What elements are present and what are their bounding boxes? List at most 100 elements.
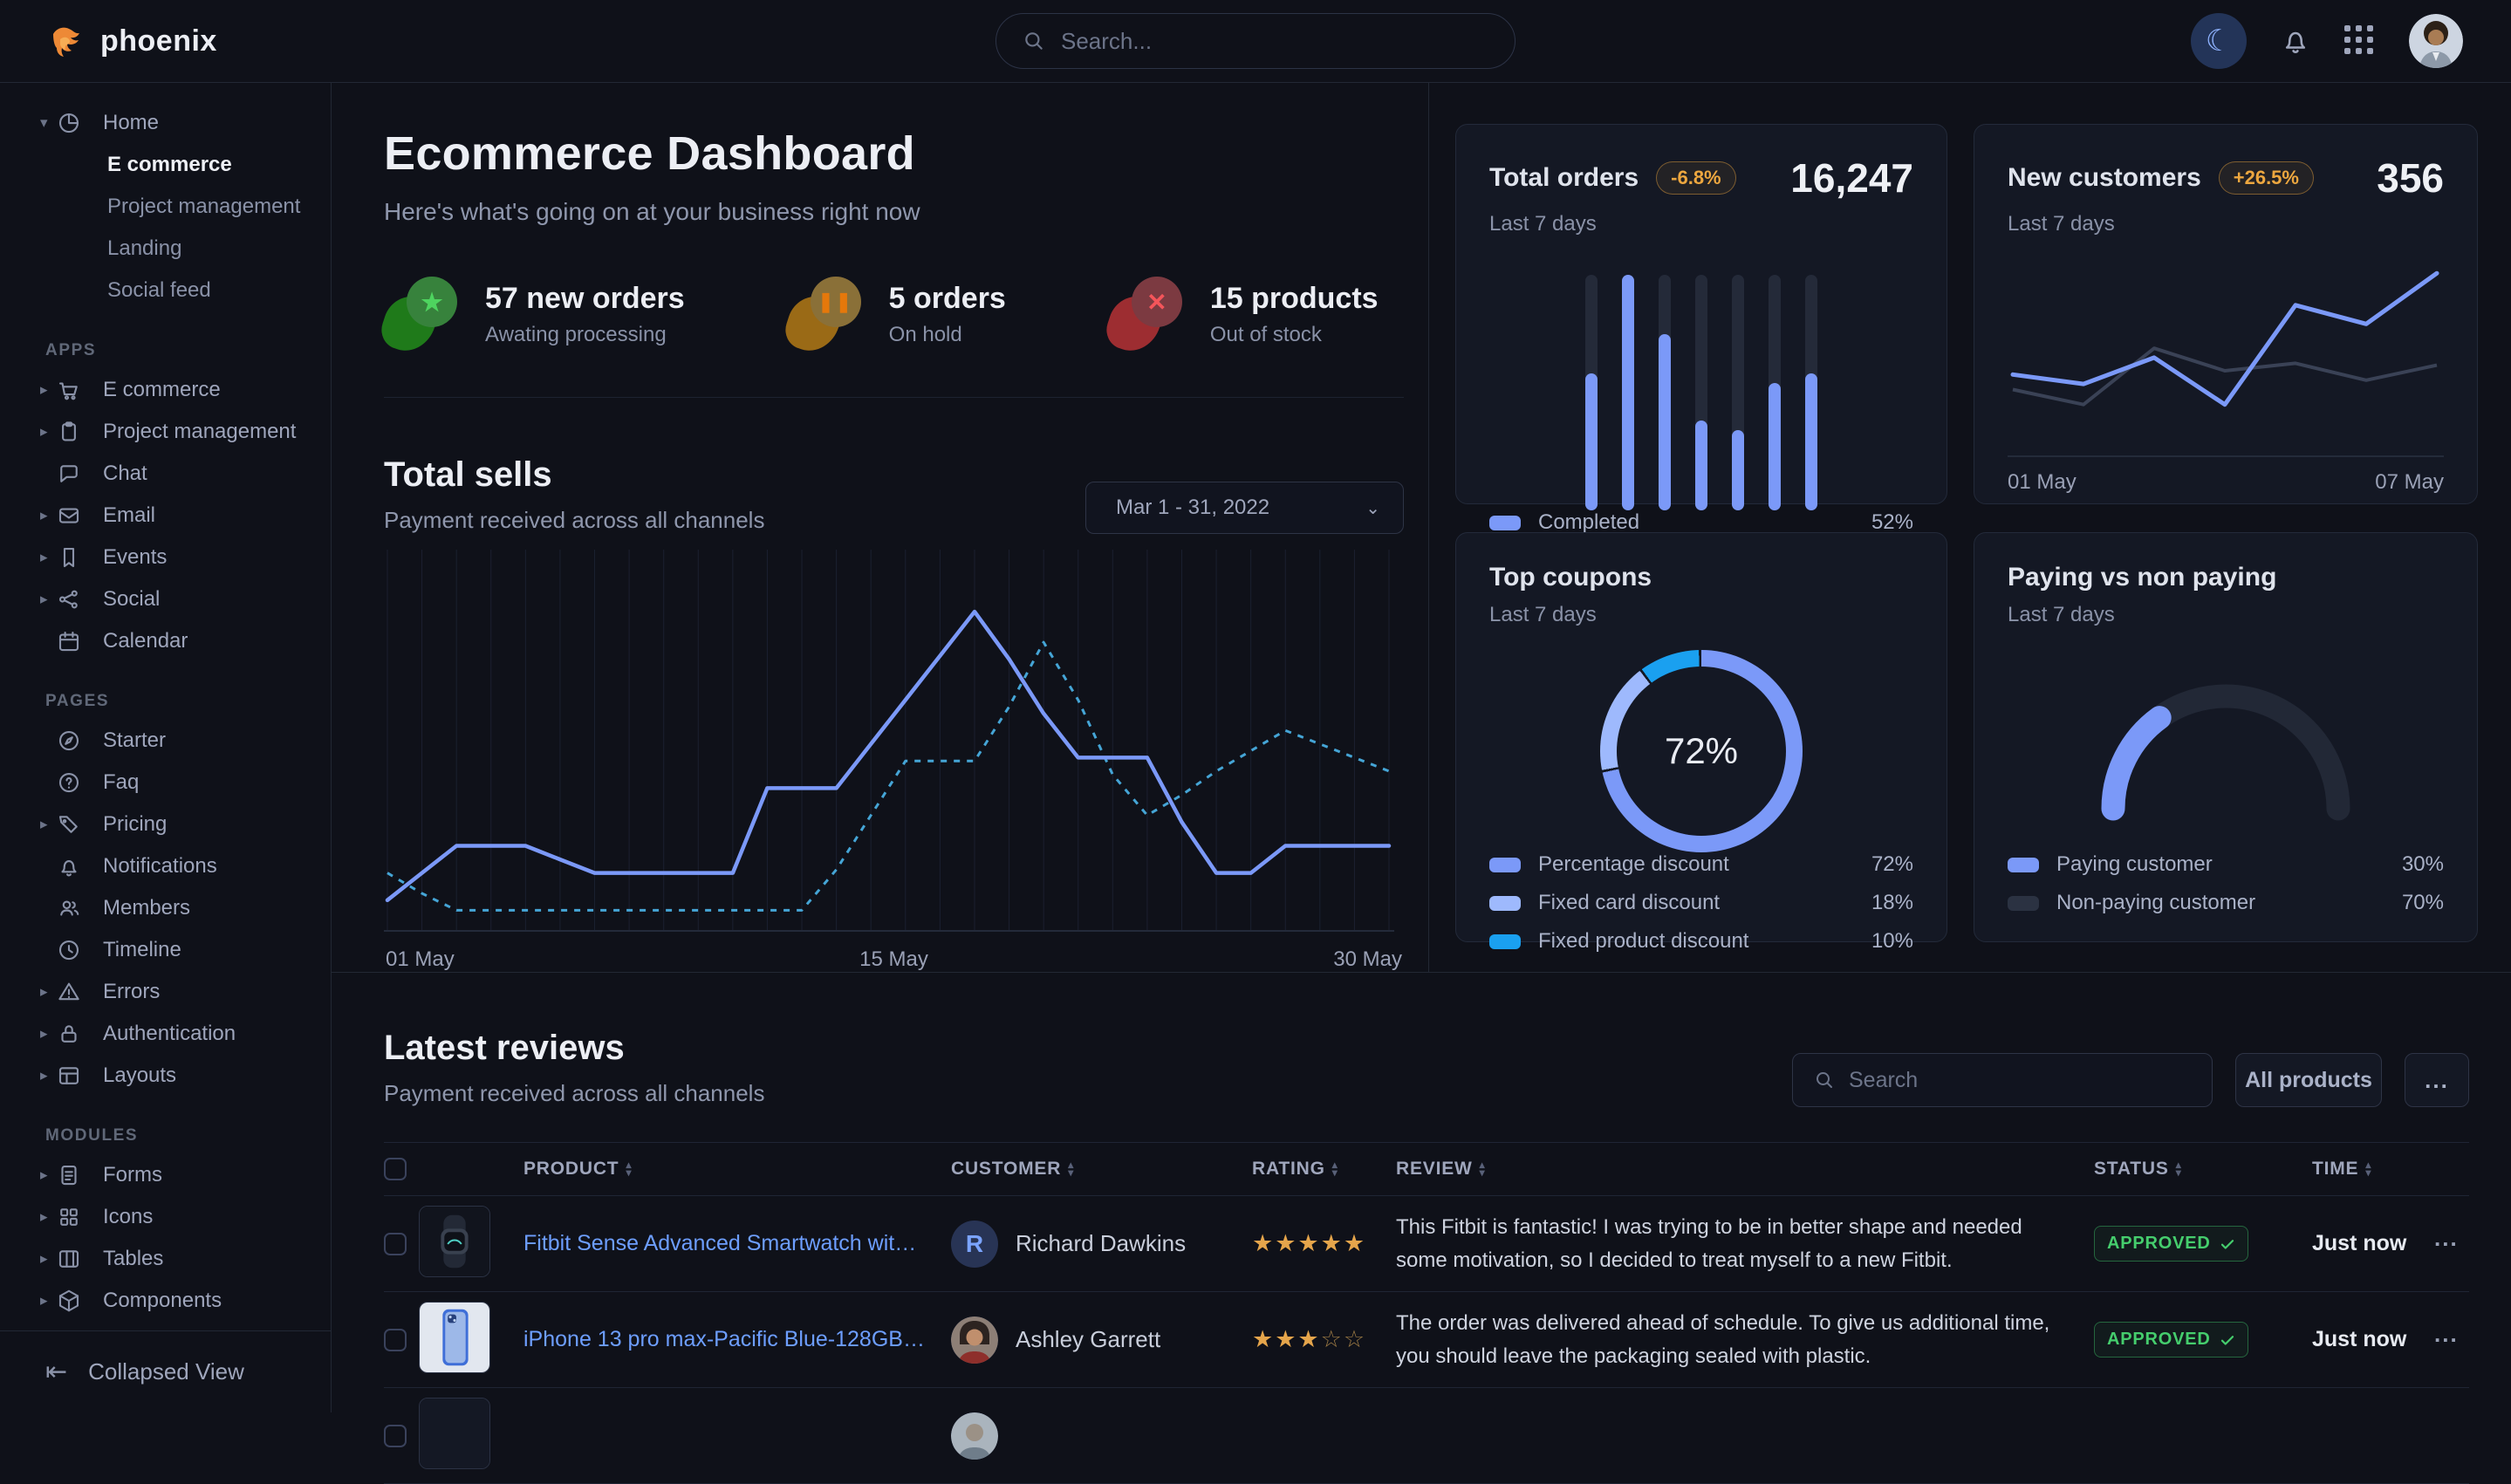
- total-sells-subtitle: Payment received across all channels: [384, 507, 764, 534]
- sidebar-item-label: Layouts: [103, 1063, 176, 1088]
- row-checkbox[interactable]: [384, 1329, 407, 1351]
- row-checkbox[interactable]: [384, 1425, 407, 1447]
- column-customer[interactable]: CUSTOMER: [951, 1159, 1061, 1180]
- sidebar-item-errors[interactable]: ▸Errors: [0, 971, 331, 1013]
- apps-grid-button[interactable]: [2344, 25, 2376, 57]
- rating-stars: ★★★★★: [1252, 1230, 1366, 1256]
- card-period: Last 7 days: [1489, 212, 1913, 236]
- sidebar-item-members[interactable]: Members: [0, 887, 331, 929]
- chevron-right-icon: ▸: [40, 816, 56, 833]
- date-range-select[interactable]: Mar 1 - 31, 2022 ⌄: [1085, 482, 1404, 534]
- sidebar-item-starter[interactable]: Starter: [0, 720, 331, 762]
- review-time: Just now: [2312, 1231, 2434, 1256]
- check-icon: [2220, 1332, 2235, 1348]
- chevron-right-icon: ▸: [40, 591, 56, 608]
- select-all-checkbox[interactable]: [384, 1158, 407, 1180]
- row-checkbox[interactable]: [384, 1233, 407, 1255]
- collapsed-view-toggle[interactable]: ⇤ Collapsed View: [0, 1330, 331, 1412]
- chevron-right-icon: ▸: [40, 381, 56, 399]
- dark-mode-toggle[interactable]: ☾: [2191, 13, 2247, 69]
- reviews-search-input[interactable]: [1849, 1068, 2191, 1093]
- customer-cell: RRichard Dawkins: [951, 1221, 1252, 1268]
- product-link[interactable]: iPhone 13 pro max-Pacific Blue-128GB sto…: [523, 1327, 951, 1352]
- column-review[interactable]: REVIEW: [1396, 1159, 1473, 1180]
- sidebar-subitem-social-feed[interactable]: Social feed: [0, 270, 331, 311]
- chevron-down-icon: ▾: [40, 114, 56, 132]
- product-thumbnail[interactable]: [419, 1398, 490, 1469]
- table-icon: [56, 1246, 87, 1272]
- sidebar-item-label: Components: [103, 1289, 222, 1313]
- customer-name: Richard Dawkins: [1016, 1230, 1186, 1257]
- sidebar-subitem-project-management[interactable]: Project management: [0, 186, 331, 228]
- clock-icon: [56, 937, 87, 963]
- moon-icon: ☾: [2206, 24, 2232, 58]
- total-orders-card: Total orders -6.8% 16,247 Last 7 days Co…: [1455, 124, 1947, 504]
- sidebar-item-tables[interactable]: ▸ Tables: [0, 1238, 331, 1280]
- sidebar-item-events[interactable]: ▸Events: [0, 537, 331, 578]
- sidebar-item-pricing[interactable]: ▸Pricing: [0, 804, 331, 845]
- card-period: Last 7 days: [1489, 603, 1913, 627]
- sort-icon: ▴▾: [1068, 1161, 1074, 1177]
- stat-value: 57 new orders: [485, 282, 685, 316]
- all-products-button[interactable]: All products: [2235, 1053, 2382, 1107]
- sidebar-item-email[interactable]: ▸Email: [0, 495, 331, 537]
- product-thumbnail[interactable]: [419, 1206, 490, 1277]
- sidebar-item-layouts[interactable]: ▸Layouts: [0, 1055, 331, 1097]
- sidebar-item-icons[interactable]: ▸Icons: [0, 1196, 331, 1238]
- sidebar-item-chat[interactable]: Chat: [0, 453, 331, 495]
- reviews-search[interactable]: [1792, 1053, 2213, 1107]
- sidebar-item-label: Social: [103, 587, 160, 612]
- bell-icon: [2280, 25, 2311, 57]
- card-title: Total orders: [1489, 163, 1639, 193]
- global-search[interactable]: [996, 13, 1515, 69]
- sidebar-item-label: Timeline: [103, 938, 181, 962]
- date-range-value: Mar 1 - 31, 2022: [1116, 496, 1269, 520]
- chevron-right-icon: ▸: [40, 1250, 56, 1268]
- legend-row: Completed52%: [1489, 510, 1913, 535]
- sidebar-item-calendar[interactable]: Calendar: [0, 620, 331, 662]
- sidebar-item-project-management[interactable]: ▸Project management: [0, 411, 331, 453]
- column-product[interactable]: PRODUCT: [523, 1159, 619, 1180]
- notifications-bell-button[interactable]: [2280, 25, 2311, 57]
- green-badge-icon: ★: [384, 277, 459, 352]
- column-time[interactable]: TIME: [2312, 1159, 2358, 1180]
- status-badge: APPROVED: [2094, 1226, 2248, 1262]
- legend-row: Fixed card discount18%: [1489, 891, 1913, 915]
- brand-logo[interactable]: phoenix: [48, 22, 217, 60]
- legend-value: 18%: [1871, 891, 1913, 915]
- total-orders-bar-chart: [1585, 275, 1817, 510]
- reviews-more-button[interactable]: ...: [2405, 1053, 2469, 1107]
- sidebar-item-e-commerce[interactable]: ▸E commerce: [0, 369, 331, 411]
- legend-swatch: [1489, 858, 1521, 872]
- row-menu-button[interactable]: ...: [2434, 1321, 2469, 1348]
- column-rating[interactable]: RATING: [1252, 1159, 1325, 1180]
- sidebar-item-social[interactable]: ▸ Social: [0, 578, 331, 620]
- sidebar-item-label: Tables: [103, 1247, 163, 1271]
- sidebar-item-forms[interactable]: ▸Forms: [0, 1154, 331, 1196]
- user-avatar[interactable]: [2409, 14, 2463, 68]
- sidebar-item-timeline[interactable]: Timeline: [0, 929, 331, 971]
- product-thumbnail[interactable]: [419, 1302, 490, 1373]
- legend-label: Completed: [1538, 510, 1639, 535]
- table-row: Fitbit Sense Advanced Smartwatch with To…: [384, 1196, 2469, 1292]
- search-input[interactable]: [1061, 28, 1488, 55]
- total-sells-title: Total sells: [384, 455, 764, 495]
- order-bar: [1585, 275, 1598, 510]
- question-icon: [56, 769, 87, 796]
- sidebar-item-notifications[interactable]: Notifications: [0, 845, 331, 887]
- row-menu-button[interactable]: ...: [2434, 1225, 2469, 1252]
- sidebar-item-authentication[interactable]: ▸Authentication: [0, 1013, 331, 1055]
- sidebar-item-faq[interactable]: Faq: [0, 762, 331, 804]
- sidebar-item-components[interactable]: ▸ Components: [0, 1280, 331, 1322]
- quick-stats: ★57 new ordersAwating processing❚❚5 orde…: [384, 277, 1404, 352]
- product-link[interactable]: Fitbit Sense Advanced Smartwatch with To…: [523, 1231, 951, 1256]
- review-time: Just now: [2312, 1327, 2434, 1352]
- sidebar-subitem-landing[interactable]: Landing: [0, 228, 331, 270]
- reviews-subtitle: Payment received across all channels: [384, 1080, 764, 1107]
- chevron-right-icon: ▸: [40, 1292, 56, 1310]
- sidebar-item-home[interactable]: ▾ Home: [0, 102, 331, 144]
- compass-icon: [56, 728, 87, 754]
- total-sells-chart: [384, 550, 1404, 935]
- sidebar-subitem-e-commerce[interactable]: E commerce: [0, 144, 331, 186]
- column-status[interactable]: STATUS: [2094, 1159, 2169, 1180]
